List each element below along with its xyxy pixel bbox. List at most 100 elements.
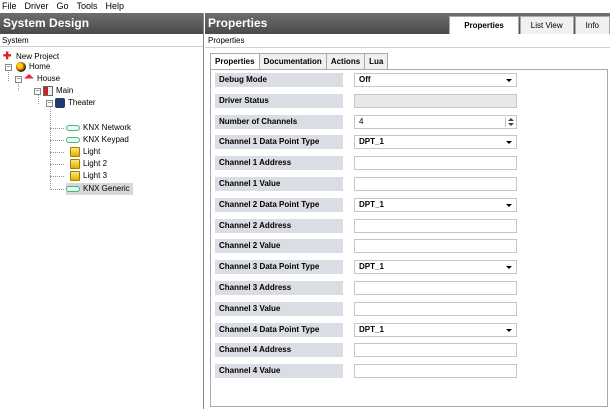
tree-item-label: Theater [68,98,96,107]
tree-item-label: Light 3 [83,171,108,180]
property-label: Channel 2 Address [215,219,343,233]
property-row-channel-3-data-point-type: Channel 3 Data Point Type DPT_1 [215,260,525,274]
property-label: Number of Channels [215,115,343,129]
property-label: Channel 3 Value [215,302,343,316]
property-row-channel-2-data-point-type: Channel 2 Data Point Type DPT_1 [215,198,525,212]
properties-panel: Properties Properties List View Info Pro… [205,13,610,409]
tree-item-knx-network[interactable]: KNX Network [66,122,131,134]
knx-icon [66,186,80,192]
property-label: Channel 4 Value [215,364,343,378]
tree-item-label: House [37,74,61,83]
system-label: System [0,34,203,47]
property-field[interactable] [354,302,517,316]
property-row-channel-1-data-point-type: Channel 1 Data Point Type DPT_1 [215,135,525,149]
property-row-number-of-channels: Number of Channels 4 [215,115,525,129]
property-row-channel-4-value: Channel 4 Value [215,364,525,378]
property-label: Channel 2 Value [215,239,343,253]
subtab-documentation[interactable]: Documentation [258,53,327,69]
property-label: Channel 1 Address [215,156,343,170]
chevron-down-icon[interactable] [504,136,516,148]
properties-label: Properties [205,34,610,48]
property-field[interactable] [354,177,517,191]
property-label: Channel 2 Data Point Type [215,198,343,212]
property-field[interactable] [354,343,517,357]
property-value: DPT_1 [359,325,384,334]
chevron-down-icon[interactable] [504,324,516,336]
property-label: Driver Status [215,94,343,108]
spinner-arrows-icon[interactable] [505,117,515,127]
tree-item-label: KNX Keypad [83,135,129,144]
property-row-channel-2-address: Channel 2 Address [215,219,525,233]
menu-file[interactable]: File [0,0,21,13]
menu-help[interactable]: Help [102,0,129,13]
tree-item-knx-generic[interactable]: KNX Generic [66,183,133,195]
property-label: Channel 1 Data Point Type [215,135,343,149]
properties-subtabs: Properties Documentation Actions Lua [210,53,389,70]
subtab-lua[interactable]: Lua [364,53,389,69]
tree-item-label: Light 2 [83,159,108,168]
tree-item-home[interactable]: Home [16,61,50,73]
tree-item-knx-keypad[interactable]: KNX Keypad [66,134,129,146]
property-field-readonly [354,94,517,108]
property-row-channel-1-address: Channel 1 Address [215,156,525,170]
tab-properties[interactable]: Properties [449,16,519,34]
property-value: DPT_1 [359,200,384,209]
property-spinner[interactable]: 4 [354,115,517,129]
property-field[interactable] [354,219,517,233]
property-field[interactable] [354,364,517,378]
property-field[interactable] [354,156,517,170]
room-icon [43,86,53,96]
collapse-icon[interactable]: − [5,64,12,71]
collapse-icon[interactable]: − [15,76,22,83]
property-row-channel-4-address: Channel 4 Address [215,343,525,357]
tree-item-house[interactable]: House [24,73,60,85]
property-row-channel-3-value: Channel 3 Value [215,302,525,316]
tree-item-light-3[interactable]: Light 3 [70,170,107,182]
property-dropdown[interactable]: DPT_1 [354,260,517,274]
system-design-panel: System Design System ✚ New Project − Hom… [0,13,204,409]
tab-info[interactable]: Info [574,16,610,34]
tree-item-label: KNX Generic [83,184,130,193]
tree-item-theater[interactable]: Theater [55,97,96,109]
tab-list-view[interactable]: List View [519,16,574,34]
chevron-down-icon[interactable] [504,199,516,211]
property-dropdown[interactable]: DPT_1 [354,323,517,337]
chevron-down-icon[interactable] [504,74,516,86]
light-icon [70,159,80,169]
tree-item-label: Home [29,62,51,71]
properties-title-bar: Properties Properties List View Info [205,13,610,34]
property-value: DPT_1 [359,137,384,146]
knx-icon [66,137,80,143]
subtab-properties[interactable]: Properties [210,53,260,70]
menu-driver[interactable]: Driver [21,0,53,13]
menu-go[interactable]: Go [53,0,73,13]
menu-tools[interactable]: Tools [73,0,102,13]
property-dropdown[interactable]: Off [354,73,517,87]
property-row-channel-2-value: Channel 2 Value [215,239,525,253]
property-row-channel-1-value: Channel 1 Value [215,177,525,191]
property-grid: Debug Mode Off Driver Status Number of Chan… [210,69,608,407]
collapse-icon[interactable]: − [34,88,41,95]
knx-icon [66,125,80,131]
theater-icon [55,98,65,108]
property-field[interactable] [354,281,517,295]
property-value: DPT_1 [359,262,384,271]
property-label: Channel 4 Data Point Type [215,323,343,337]
tree-item-light[interactable]: Light [70,146,100,158]
properties-title: Properties [208,16,268,30]
light-icon [70,171,80,181]
chevron-down-icon[interactable] [504,261,516,273]
property-dropdown[interactable]: DPT_1 [354,198,517,212]
tree-item-label: Main [56,86,74,95]
tree-item-light-2[interactable]: Light 2 [70,158,107,170]
subtab-actions[interactable]: Actions [325,53,366,69]
property-row-debug-mode: Debug Mode Off [215,73,525,87]
property-row-channel-4-data-point-type: Channel 4 Data Point Type DPT_1 [215,323,525,337]
light-icon [70,147,80,157]
property-field[interactable] [354,239,517,253]
collapse-icon[interactable]: − [46,100,53,107]
property-label: Channel 1 Value [215,177,343,191]
property-dropdown[interactable]: DPT_1 [354,135,517,149]
project-icon: ✚ [3,51,12,62]
tree-item-main[interactable]: Main [43,85,73,97]
